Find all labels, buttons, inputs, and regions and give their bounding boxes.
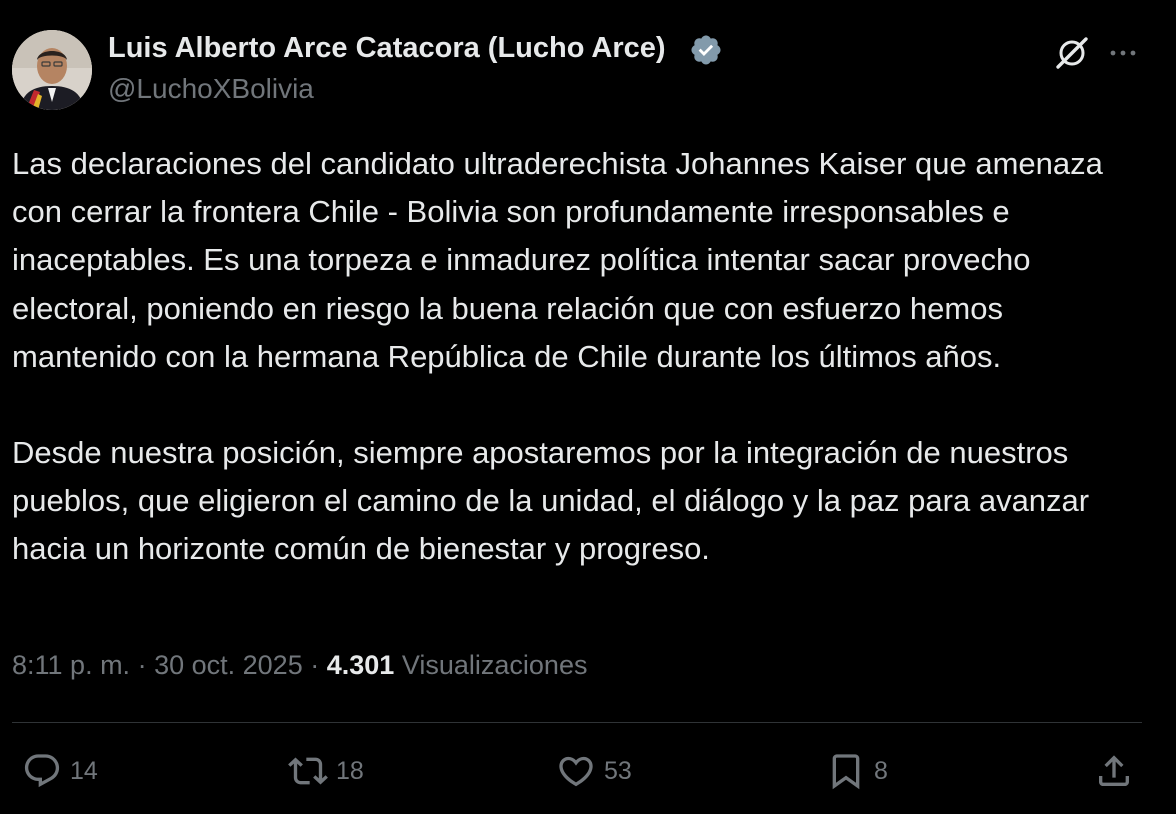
grok-icon[interactable] <box>1052 33 1092 73</box>
verified-badge-icon <box>689 33 723 67</box>
repost-icon <box>288 757 328 785</box>
share-icon <box>1099 755 1129 786</box>
tweet-text: Las declaraciones del candidato ultrader… <box>12 140 1152 574</box>
more-icon[interactable] <box>1106 36 1140 70</box>
bookmark-icon <box>832 754 860 790</box>
meta-separator: · <box>137 650 147 680</box>
reply-count: 14 <box>70 756 98 785</box>
tweet-paragraph: Las declaraciones del candidato ultrader… <box>12 146 1112 374</box>
like-count: 53 <box>604 756 632 785</box>
tweet-meta: 8:11 p. m. · 30 oct. 2025 · 4.301 Visual… <box>12 650 587 681</box>
tweet-paragraph: Desde nuestra posición, siempre apostare… <box>12 435 1098 567</box>
heart-icon <box>559 756 593 787</box>
repost-button[interactable]: 18 <box>288 750 364 792</box>
views-count: 4.301 <box>326 650 395 680</box>
share-button[interactable] <box>1094 750 1134 792</box>
author-name[interactable]: Luis Alberto Arce Catacora (Lucho Arce) <box>108 32 666 65</box>
reply-button[interactable]: 14 <box>22 750 98 792</box>
tweet-time[interactable]: 8:11 p. m. <box>12 650 130 680</box>
bookmark-count: 8 <box>874 756 888 785</box>
views-label: Visualizaciones <box>401 650 588 680</box>
meta-separator: · <box>310 650 320 680</box>
like-button[interactable]: 53 <box>556 750 632 792</box>
divider <box>12 722 1142 723</box>
avatar-portrait-icon <box>12 30 92 110</box>
avatar[interactable] <box>12 30 92 110</box>
author-handle[interactable]: @LuchoXBolivia <box>108 73 314 105</box>
repost-count: 18 <box>336 756 364 785</box>
tweet-date[interactable]: 30 oct. 2025 <box>154 650 303 680</box>
bookmark-button[interactable]: 8 <box>826 750 888 792</box>
reply-icon <box>24 754 60 788</box>
